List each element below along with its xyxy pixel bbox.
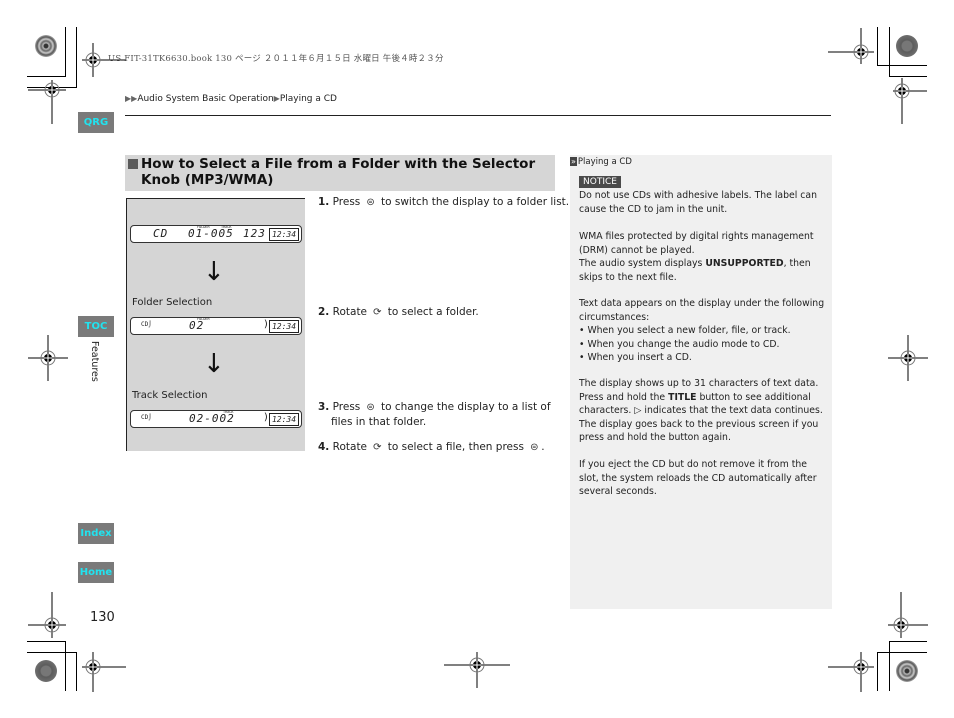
step-number: 1.: [318, 196, 330, 208]
notes-reference[interactable]: » Playing a CD: [570, 157, 632, 167]
rotate-knob-icon: ⟳: [373, 442, 382, 453]
index-button[interactable]: Index: [78, 523, 114, 544]
arrow-down-icon: ↓: [203, 349, 225, 379]
breadcrumb: ▶▶Audio System Basic Operation▶Playing a…: [125, 94, 337, 104]
color-rosette-icon: [896, 660, 918, 682]
print-header: US FIT-31TK6630.book 130 ページ ２０１１年６月１５日 …: [108, 54, 444, 64]
step-number: 3.: [318, 401, 330, 413]
step-2: 2. Rotate ⟳ to select a folder.: [318, 305, 479, 320]
reference-title: Playing a CD: [577, 157, 632, 167]
title-keyword: TITLE: [668, 391, 697, 403]
registration-mark-icon: [828, 28, 874, 64]
toc-button[interactable]: TOC: [78, 316, 114, 337]
press-knob-icon: ⊜: [366, 197, 375, 208]
arrow-down-icon: ↓: [203, 257, 225, 287]
header-rule: [125, 115, 831, 116]
list-item: When you select a new folder, file, or t…: [579, 324, 825, 338]
display-note: The display shows up to 31 characters of…: [579, 377, 825, 445]
drm-note: WMA files protected by digital rights ma…: [579, 230, 825, 284]
registration-mark-icon: [893, 78, 927, 124]
lcd-clock: 12:34: [269, 228, 299, 241]
lcd-display-1: CD FOLDER TRACK 01-005 123 12:34: [130, 225, 302, 243]
step-text: Press: [332, 401, 361, 413]
heading-square-icon: [128, 159, 138, 169]
step-text: to select a folder.: [387, 306, 479, 318]
registration-mark-icon: [828, 652, 874, 692]
section-tab-label: Features: [89, 341, 100, 382]
color-rosette-icon: [896, 35, 918, 57]
step-1: 1. Press ⊜ to switch the display to a fo…: [318, 195, 569, 210]
registration-mark-icon: [888, 335, 928, 381]
lcd-display-2: CD⌡ FOLDER 02 ) 12:34: [130, 317, 302, 335]
lcd-clock: 12:34: [269, 320, 299, 333]
step-text: to select a file, then press: [387, 441, 524, 453]
registration-mark-icon: [28, 592, 66, 638]
eject-note: If you eject the CD but do not remove it…: [579, 459, 817, 497]
drm-text: WMA files protected by digital rights ma…: [579, 231, 814, 256]
breadcrumb-arrow-icon: ▶▶: [125, 94, 138, 103]
list-item: When you change the audio mode to CD.: [579, 338, 825, 352]
step-text: to change the display to a list of: [380, 401, 551, 413]
press-knob-icon: ⊜: [366, 402, 375, 413]
track-selection-label: Track Selection: [132, 390, 208, 401]
color-rosette-icon: [35, 660, 57, 682]
section-title: How to Select a File from a Folder with …: [141, 156, 536, 188]
step-4: 4. Rotate ⟳ to select a file, then press…: [318, 440, 545, 455]
qrg-button[interactable]: QRG: [78, 112, 114, 133]
lcd-mode: CD: [153, 227, 169, 240]
folder-selection-label: Folder Selection: [132, 297, 213, 308]
text-data-intro: Text data appears on the display under t…: [579, 298, 825, 323]
breadcrumb-item[interactable]: Audio System Basic Operation: [137, 94, 273, 104]
home-button[interactable]: Home: [78, 562, 114, 583]
rotate-knob-icon: ⟳: [373, 307, 382, 318]
section-heading: How to Select a File from a Folder with …: [125, 155, 555, 191]
list-item: When you insert a CD.: [579, 351, 825, 365]
step-text: .: [541, 441, 545, 453]
registration-mark-icon: [28, 335, 68, 381]
lcd-value: 02: [189, 319, 205, 332]
lcd-value: 01-005: [188, 227, 234, 240]
step-text: Rotate: [332, 441, 368, 453]
notice-badge: NOTICE: [579, 176, 621, 188]
color-rosette-icon: [35, 35, 57, 57]
step-text: to switch the display to a folder list.: [380, 196, 570, 208]
lcd-clock: 12:34: [269, 413, 299, 426]
cd-icon: CD⌡: [141, 321, 152, 328]
breadcrumb-item[interactable]: Playing a CD: [280, 94, 337, 104]
note-text: The audio system displays: [579, 258, 706, 269]
step-text: Rotate: [332, 306, 368, 318]
features-label: Features: [89, 341, 100, 382]
lcd-display-3: CD⌡ TRACK 02-002 ) 12:34: [130, 410, 302, 428]
lcd-value: 02-002: [189, 412, 235, 425]
reference-arrow-icon: »: [570, 157, 577, 166]
notes-panel: » Playing a CD NOTICE Do not use CDs with…: [570, 155, 832, 609]
registration-mark-icon: [444, 652, 510, 688]
cd-icon: CD⌡: [141, 414, 152, 421]
unsupported-keyword: UNSUPPORTED: [705, 258, 784, 269]
text-data-note: Text data appears on the display under t…: [579, 297, 825, 365]
step-number: 4.: [318, 441, 330, 453]
step-3: 3. Press ⊜ to change the display to a li…: [318, 400, 551, 430]
registration-mark-icon: [82, 652, 126, 692]
registration-mark-icon: [888, 592, 928, 638]
circumstance-list: When you select a new folder, file, or t…: [579, 324, 825, 365]
press-knob-icon: ⊜: [530, 442, 539, 453]
notice-text: Do not use CDs with adhesive labels. The…: [579, 190, 817, 215]
lcd-extra: 123: [243, 227, 266, 240]
page-number: 130: [90, 610, 115, 625]
step-text: Press: [332, 196, 361, 208]
display-diagram: CD FOLDER TRACK 01-005 123 12:34 ↓ Folde…: [126, 198, 305, 451]
step-number: 2.: [318, 306, 330, 318]
step-text-continued: files in that folder.: [331, 416, 427, 428]
registration-mark-icon: [28, 80, 66, 124]
